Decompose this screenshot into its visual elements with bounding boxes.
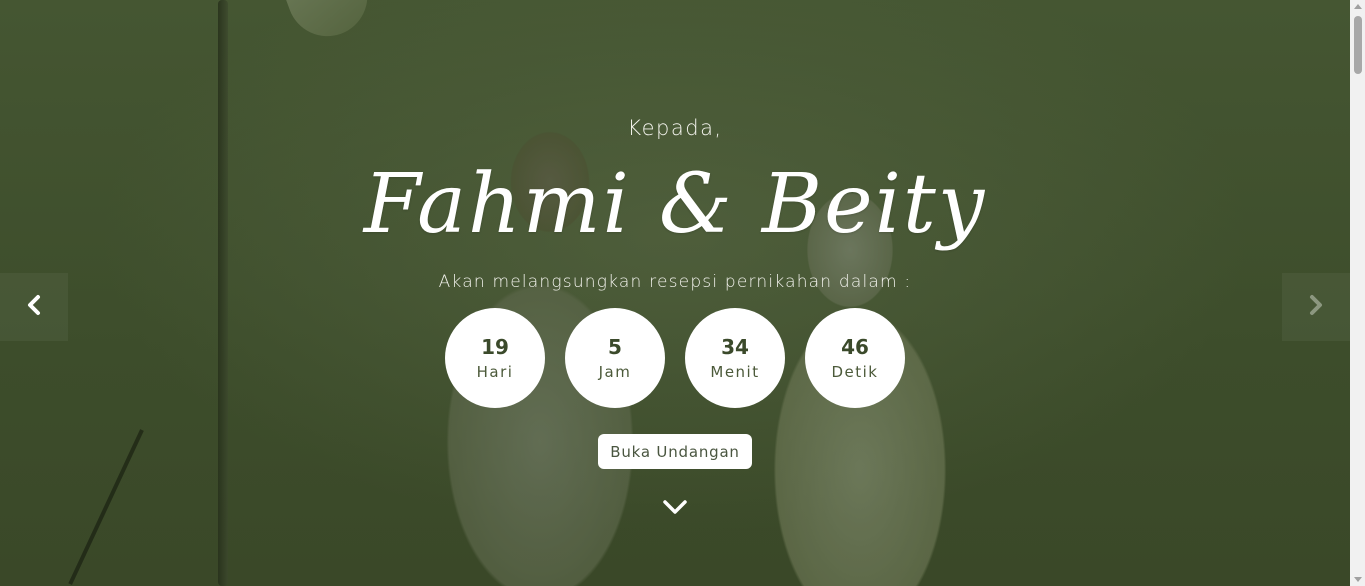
scrollbar-thumb[interactable] (1354, 16, 1362, 74)
countdown-label: Menit (710, 363, 760, 381)
open-invitation-button[interactable]: Buka Undangan (598, 434, 752, 469)
couple-names: Fahmi & Beity (363, 157, 987, 252)
countdown-value: 46 (841, 335, 869, 359)
countdown: 19 Hari 5 Jam 34 Menit 46 Detik (445, 308, 905, 408)
scroll-up-arrow-icon[interactable] (1354, 4, 1362, 9)
countdown-label: Jam (598, 363, 632, 381)
hero-section: Kepada, Fahmi & Beity Akan melangsungkan… (0, 0, 1350, 586)
greeting-text: Kepada, (627, 116, 723, 140)
page-scrollbar[interactable] (1350, 0, 1365, 586)
countdown-label: Hari (476, 363, 514, 381)
hero-content: Kepada, Fahmi & Beity Akan melangsungkan… (0, 0, 1350, 586)
countdown-value: 34 (721, 335, 749, 359)
chevron-right-icon (1308, 294, 1324, 321)
subtitle-text: Akan melangsungkan resepsi pernikahan da… (438, 272, 912, 292)
countdown-minutes: 34 Menit (685, 308, 785, 408)
carousel-prev-button[interactable] (0, 273, 68, 341)
countdown-label: Detik (831, 363, 879, 381)
chevron-left-icon (26, 294, 42, 321)
countdown-hours: 5 Jam (565, 308, 665, 408)
countdown-days: 19 Hari (445, 308, 545, 408)
countdown-value: 19 (481, 335, 509, 359)
scroll-down-icon[interactable] (661, 497, 689, 517)
carousel-next-button[interactable] (1282, 273, 1350, 341)
countdown-value: 5 (608, 335, 622, 359)
scroll-down-arrow-icon[interactable] (1354, 577, 1362, 582)
countdown-seconds: 46 Detik (805, 308, 905, 408)
